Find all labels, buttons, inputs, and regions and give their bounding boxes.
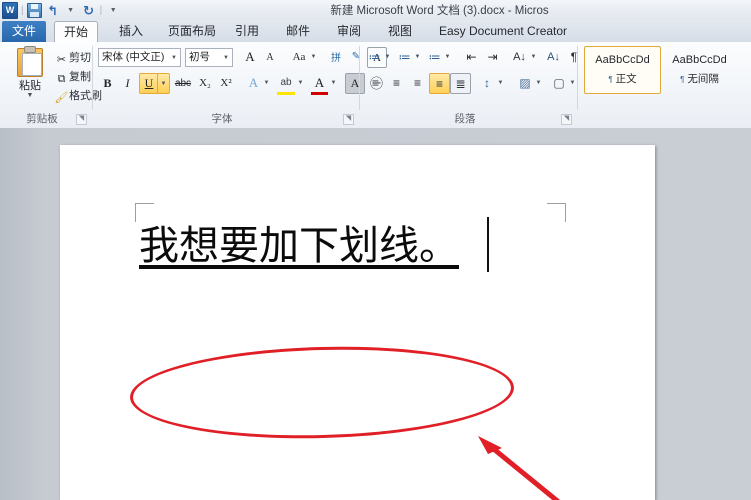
tab-easy-document-creator[interactable]: Easy Document Creator <box>430 20 576 42</box>
increase-indent-button[interactable]: ⇥ <box>483 47 502 66</box>
word-window: W | ↰ ▼ ↻ | ▼ 新建 Microsoft Word 文档 (3).d… <box>0 0 751 500</box>
tab-mailings[interactable]: 邮件 <box>277 20 319 42</box>
numbering-dropdown-icon[interactable]: ▼ <box>413 50 422 64</box>
copy-label: 复制 <box>69 71 91 83</box>
font-size-dropdown-icon[interactable]: ▼ <box>220 48 233 67</box>
distribute-button[interactable]: ≣ <box>450 73 471 94</box>
italic-button[interactable]: I <box>119 74 136 92</box>
font-name-dropdown-icon[interactable]: ▼ <box>168 48 181 67</box>
style-preview-normal: AaBbCcDd <box>595 54 650 66</box>
change-case-dropdown-icon[interactable]: ▼ <box>309 50 318 64</box>
borders-button[interactable]: ▢ <box>550 73 568 92</box>
ribbon-tab-bar: 文件 开始 插入 页面布局 引用 邮件 审阅 视图 Easy Document … <box>0 20 751 45</box>
sort-dropdown-icon[interactable]: ▼ <box>529 50 538 64</box>
sort-button[interactable]: A↓ <box>510 47 529 66</box>
style-name-heading-1: 标题 1 <box>738 73 751 88</box>
highlight-color-button[interactable]: ab <box>277 73 295 95</box>
paragraph-dialog-launcher[interactable]: ◥ <box>561 114 572 125</box>
paste-label: 粘贴 <box>19 80 41 92</box>
paste-dropdown-icon[interactable]: ▼ <box>8 92 52 99</box>
style-item-no-spacing[interactable]: AaBbCcDd ¶ 无间隔 <box>662 46 737 92</box>
style-name-no-spacing: ¶ 无间隔 <box>680 73 719 85</box>
style-item-normal[interactable]: AaBbCcDd ¶ 正文 <box>584 46 661 94</box>
shrink-font-button[interactable]: A <box>261 48 279 66</box>
paintbrush-icon: 🖌 <box>54 92 69 104</box>
font-name-input[interactable]: 宋体 (中文正) <box>98 48 173 67</box>
clipboard-group-label: 剪贴板 <box>26 113 58 125</box>
borders-dropdown-icon[interactable]: ▼ <box>568 76 577 90</box>
align-left-button[interactable]: ≡ <box>366 73 385 92</box>
subscript-button[interactable]: X₂ <box>196 74 214 92</box>
highlight-dropdown-icon[interactable]: ▼ <box>296 76 305 90</box>
superscript-button[interactable]: X² <box>217 74 235 92</box>
decrease-indent-button[interactable]: ⇤ <box>462 47 481 66</box>
ribbon-group-clipboard: 粘贴 ▼ ✂ 剪切 ⧉ 复制 🖌格式刷 剪贴板 ◥ <box>0 42 102 128</box>
line-spacing-dropdown-icon[interactable]: ▼ <box>496 76 505 90</box>
bullets-dropdown-icon[interactable]: ▼ <box>383 50 392 64</box>
bullets-button[interactable]: ≔ <box>366 47 383 66</box>
tab-insert[interactable]: 插入 <box>110 20 152 42</box>
document-text[interactable]: 我想要加下划线。 <box>139 223 459 269</box>
cut-label: 剪切 <box>69 52 91 64</box>
text-cursor <box>487 217 489 272</box>
underline-dropdown-icon[interactable]: ▼ <box>157 73 170 94</box>
justify-button[interactable]: ≡ <box>429 73 450 94</box>
font-color-dropdown-icon[interactable]: ▼ <box>329 76 338 90</box>
tab-review[interactable]: 审阅 <box>328 20 370 42</box>
tab-file[interactable]: 文件 <box>2 21 46 42</box>
scissors-icon: ✂ <box>56 54 67 66</box>
multilevel-list-button[interactable]: ≔ <box>426 47 443 66</box>
phonetic-guide-icon[interactable]: 拼 <box>327 47 345 66</box>
align-right-button[interactable]: ≡ <box>408 73 427 92</box>
text-effects-button[interactable]: A <box>245 74 262 92</box>
document-canvas[interactable]: 我想要加下划线。 <box>0 128 751 500</box>
style-item-heading-1[interactable]: AaB 标题 1 <box>738 46 751 92</box>
tab-view[interactable]: 视图 <box>379 20 421 42</box>
grow-font-button[interactable]: A <box>241 47 259 66</box>
multilevel-dropdown-icon[interactable]: ▼ <box>443 50 452 64</box>
tab-references[interactable]: 引用 <box>226 20 268 42</box>
style-preview-heading-1: AaB <box>738 48 751 72</box>
paste-icon <box>16 46 44 77</box>
ribbon-group-paragraph: ≔ ▼ ≔ ▼ ≔ ▼ ⇤ ⇥ A↓ ▼ A↓ ¶ ≡ ≡ ≡ ≡ ≣ ↕ ▼ … <box>360 42 578 128</box>
annotation-arrow <box>478 436 561 500</box>
shading-dropdown-icon[interactable]: ▼ <box>534 76 543 90</box>
ribbon-group-styles: AaBbCcDd ¶ 正文 AaBbCcDd ¶ 无间隔 AaB 标题 1 <box>578 42 751 128</box>
bold-button[interactable]: B <box>99 74 116 92</box>
numbering-button[interactable]: ≔ <box>396 47 413 66</box>
font-color-button[interactable]: A <box>311 73 328 95</box>
font-size-input[interactable]: 初号 <box>185 48 225 67</box>
title-bar: W | ↰ ▼ ↻ | ▼ 新建 Microsoft Word 文档 (3).d… <box>0 0 751 20</box>
clipboard-dialog-launcher[interactable]: ◥ <box>76 114 87 125</box>
margin-marker-top-left <box>135 203 154 222</box>
margin-marker-top-right <box>547 203 566 222</box>
line-spacing-button[interactable]: ↕ <box>478 73 496 92</box>
paste-button[interactable]: 粘贴 ▼ <box>8 46 52 99</box>
underline-button[interactable]: U <box>139 73 159 94</box>
change-case-button[interactable]: Aa <box>289 48 309 66</box>
cut-button[interactable]: ✂ 剪切 <box>54 49 91 66</box>
text-effects-dropdown-icon[interactable]: ▼ <box>262 76 271 90</box>
window-title: 新建 Microsoft Word 文档 (3).docx - Micros <box>330 5 549 17</box>
ribbon: 粘贴 ▼ ✂ 剪切 ⧉ 复制 🖌格式刷 剪贴板 ◥ 宋体 (中文正) ▼ 初号 ▼ … <box>0 42 751 129</box>
font-group-label: 字体 <box>211 113 233 125</box>
tab-page-layout[interactable]: 页面布局 <box>159 20 225 42</box>
copy-icon: ⧉ <box>57 73 66 85</box>
style-preview-no-spacing: AaBbCcDd <box>672 54 727 66</box>
paragraph-group-label: 段落 <box>454 113 476 125</box>
font-dialog-launcher[interactable]: ◥ <box>343 114 354 125</box>
sort-az-button[interactable]: A↓ <box>544 47 563 66</box>
strikethrough-button[interactable]: abc <box>173 74 193 92</box>
align-center-button[interactable]: ≡ <box>387 73 406 92</box>
style-name-normal: ¶ 正文 <box>608 73 637 85</box>
copy-button[interactable]: ⧉ 复制 <box>54 68 91 86</box>
shading-button[interactable]: ▨ <box>516 73 534 92</box>
ribbon-group-font: 宋体 (中文正) ▼ 初号 ▼ A A Aa ▼ 拼 ✎ A B I U ▼ a… <box>93 42 387 128</box>
